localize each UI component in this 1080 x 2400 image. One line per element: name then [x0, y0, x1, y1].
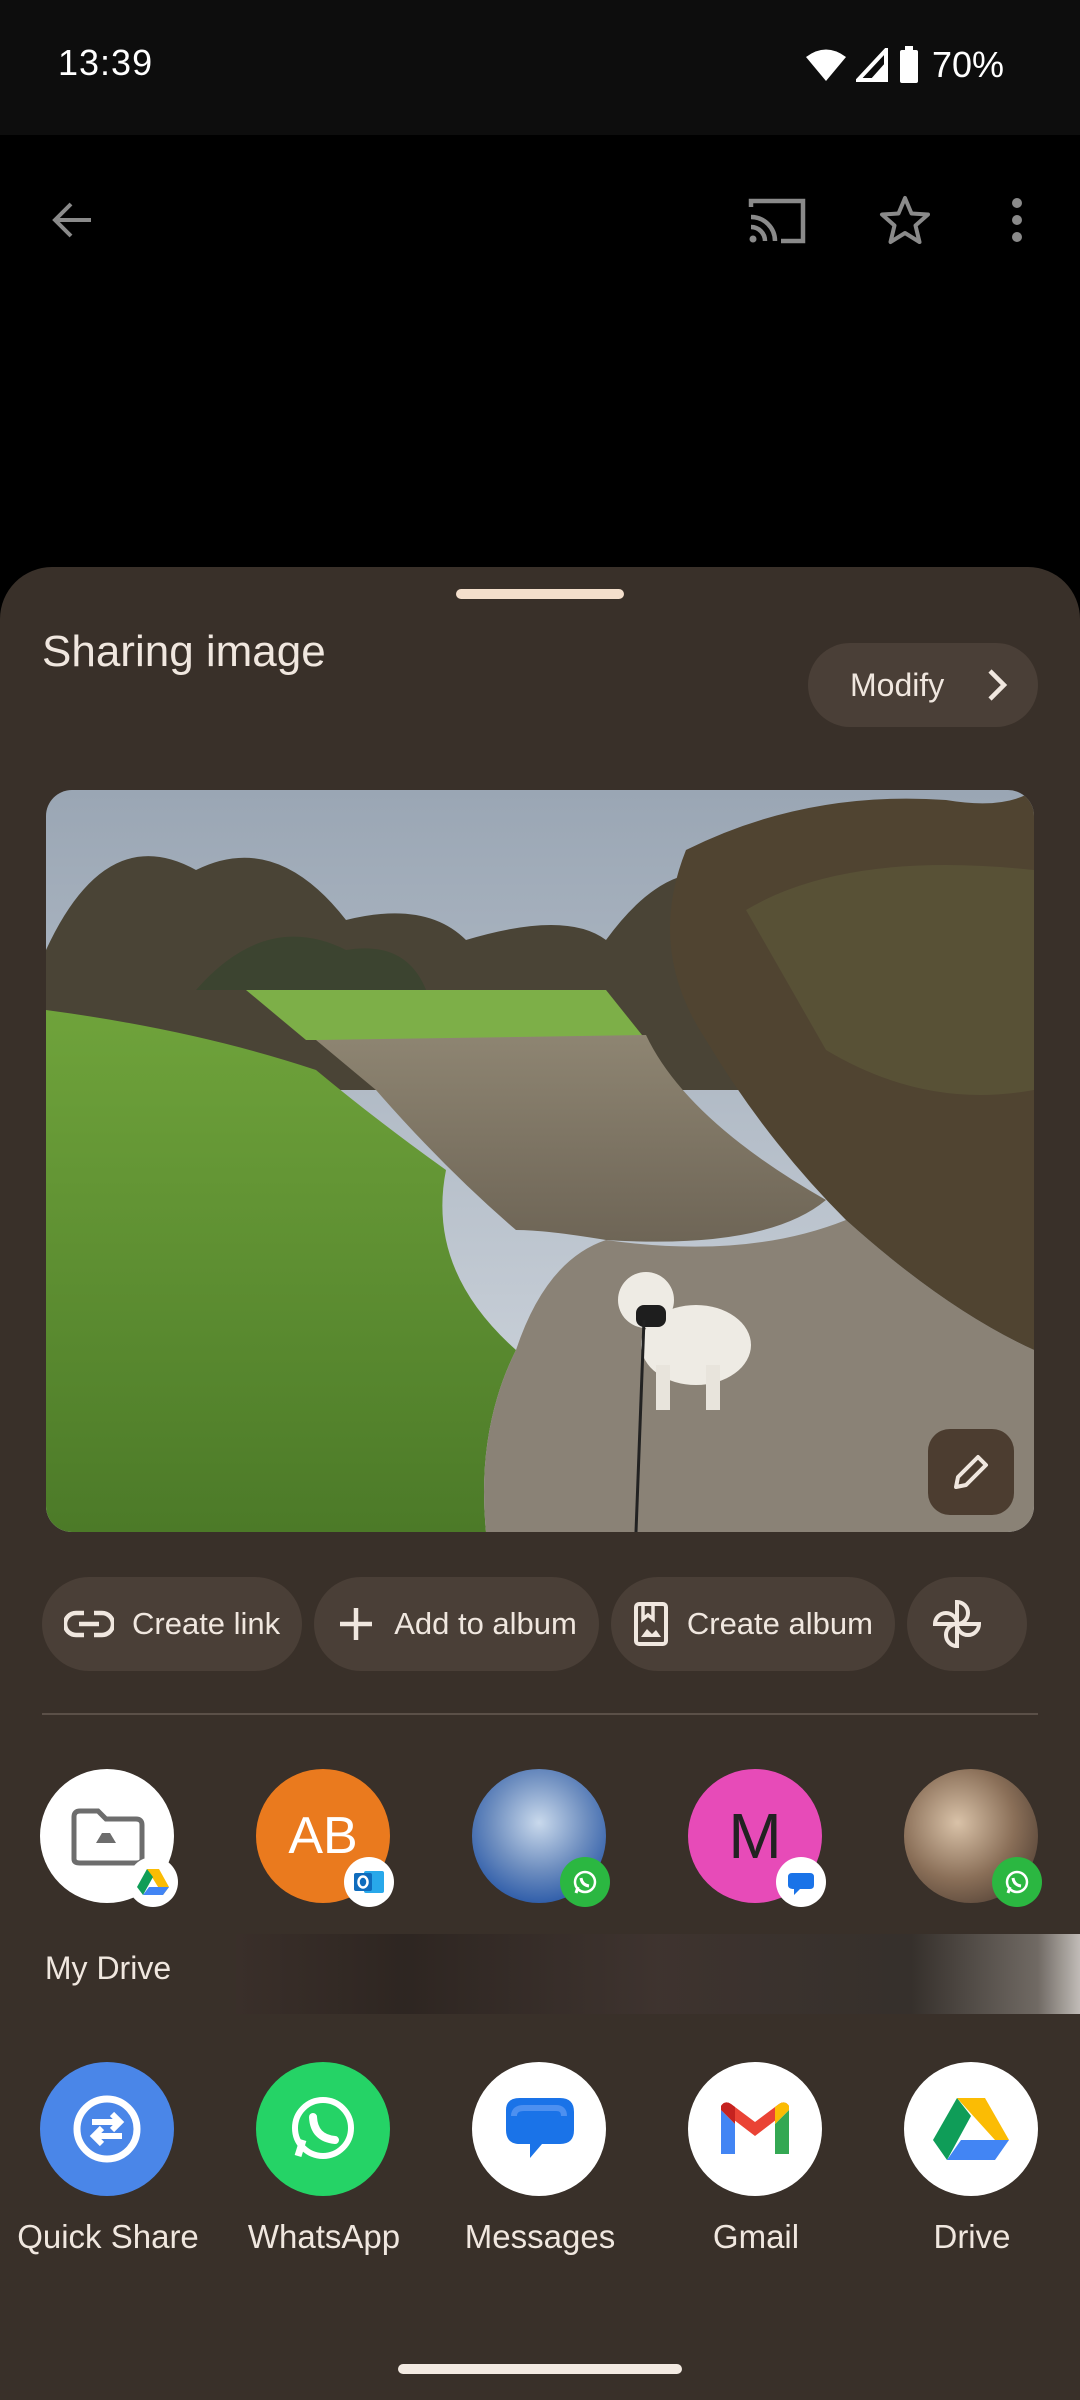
status-bar: 13:39 70%: [0, 0, 1080, 135]
more-vert-icon[interactable]: [982, 185, 1052, 255]
whatsapp-icon[interactable]: [256, 2062, 390, 2196]
drive-icon[interactable]: [904, 2062, 1038, 2196]
contact-my-drive[interactable]: [40, 1769, 178, 1907]
back-arrow-icon[interactable]: [38, 185, 108, 255]
modify-button[interactable]: Modify: [808, 643, 1038, 727]
contact-ab[interactable]: AB: [256, 1769, 394, 1907]
messages-icon[interactable]: [472, 2062, 606, 2196]
contact-label-my-drive: My Drive: [44, 1950, 172, 1986]
shared-photo: [46, 790, 1034, 1532]
modify-label: Modify: [850, 666, 945, 703]
quick-share-icon[interactable]: [40, 2062, 174, 2196]
folder-drive-icon: [71, 1808, 145, 1866]
contact-m[interactable]: M: [688, 1769, 826, 1907]
more-actions-chip[interactable]: [906, 1577, 1027, 1671]
whatsapp-badge: [992, 1857, 1042, 1907]
messages-badge: [776, 1857, 826, 1907]
contact-names-blurred: [236, 1934, 1080, 2014]
edit-image-button[interactable]: [928, 1429, 1014, 1515]
app-label-quick-share: Quick Share: [17, 2218, 199, 2255]
cellular-icon: [855, 48, 888, 82]
contact-initials: AB: [288, 1807, 358, 1865]
gmail-icon[interactable]: [688, 2062, 822, 2196]
chip-label: Create link: [132, 1606, 281, 1641]
app-label-messages: Messages: [464, 2218, 616, 2255]
create-link-chip[interactable]: Create link: [42, 1577, 303, 1671]
chevron-right-icon: [988, 669, 1008, 701]
star-icon[interactable]: [870, 185, 940, 255]
chip-label: Add to album: [394, 1606, 577, 1641]
whatsapp-badge: [560, 1857, 610, 1907]
photo-viewer-top-bar: [0, 135, 1080, 305]
sheet-title: Sharing image: [42, 627, 326, 676]
create-album-chip[interactable]: Create album: [610, 1577, 895, 1671]
chip-label: Create album: [686, 1606, 873, 1641]
google-drive-badge: [128, 1857, 178, 1907]
pinwheel-icon: [932, 1599, 981, 1649]
contact-initials: M: [728, 1800, 782, 1872]
divider: [42, 1713, 1038, 1715]
drag-handle[interactable]: [456, 589, 624, 599]
link-icon: [64, 1610, 114, 1638]
battery-percent: 70%: [931, 44, 1004, 85]
wifi-icon: [805, 49, 846, 81]
add-to-album-chip[interactable]: Add to album: [314, 1577, 599, 1671]
contact-family-photo[interactable]: [904, 1769, 1042, 1907]
pencil-icon: [954, 1455, 988, 1489]
status-time: 13:39: [58, 42, 154, 83]
cast-icon[interactable]: [742, 185, 812, 255]
app-label-whatsapp: WhatsApp: [247, 2218, 401, 2255]
app-label-drive: Drive: [933, 2218, 1011, 2255]
outlook-badge: [344, 1857, 394, 1907]
status-icons: 70%: [805, 44, 1004, 86]
plus-icon: [340, 1608, 373, 1640]
app-label-gmail: Gmail: [712, 2218, 800, 2255]
contact-group-photo[interactable]: [472, 1769, 610, 1907]
battery-icon: [899, 46, 918, 83]
action-chips: Create link Add to album Create album: [42, 1577, 1027, 1671]
album-icon: [633, 1602, 668, 1646]
gesture-nav-handle[interactable]: [398, 2364, 682, 2374]
